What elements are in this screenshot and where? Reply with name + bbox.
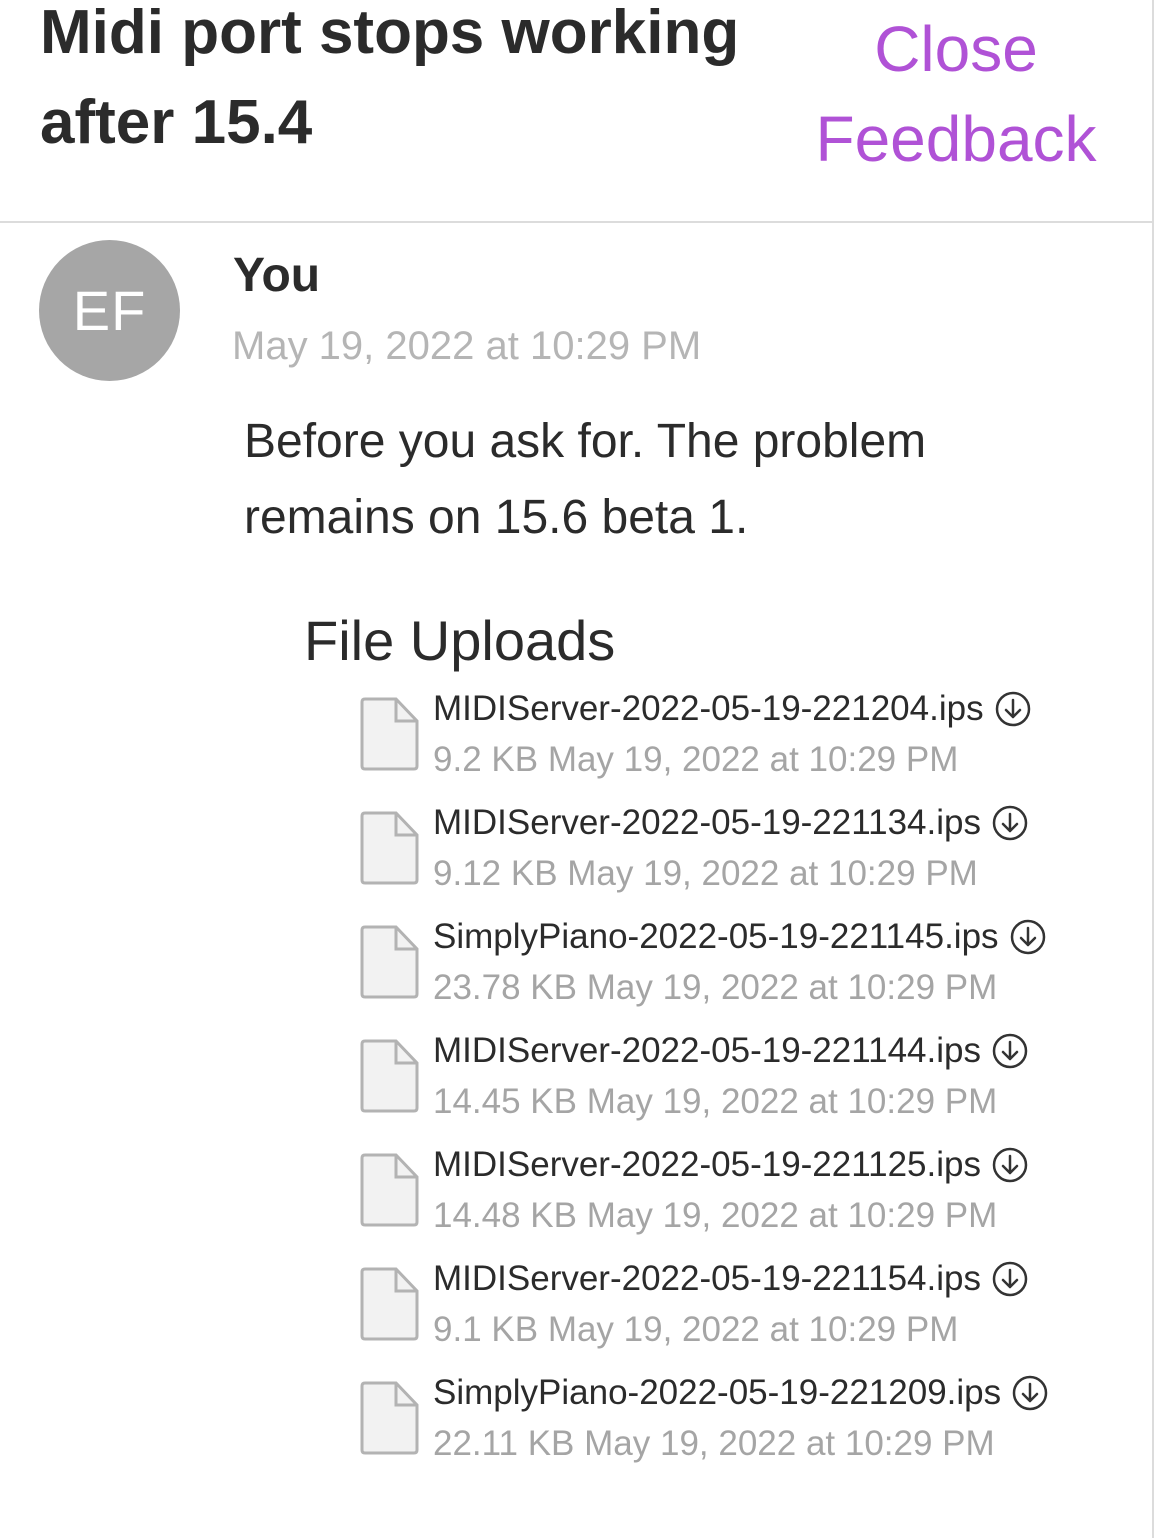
document-icon: [360, 925, 419, 999]
message-body: Before you ask for. The problem remains …: [244, 415, 927, 544]
document-icon: [360, 1153, 419, 1227]
file-name-row: MIDIServer-2022-05-19-221154.ips: [433, 1256, 1029, 1302]
file-size: 9.2 KB: [433, 740, 539, 779]
file-meta: 9.12 KB May 19, 2022 at 10:29 PM: [433, 852, 978, 896]
file-date: May 19, 2022 at 10:29 PM: [584, 1424, 995, 1463]
file-date: May 19, 2022 at 10:29 PM: [547, 1310, 959, 1349]
document-icon: [360, 697, 419, 771]
document-icon: [360, 811, 419, 885]
file-meta: 23.78 KB May 19, 2022 at 10:29 PM: [433, 966, 997, 1010]
file-meta: 9.2 KB May 19, 2022 at 10:29 PM: [433, 738, 958, 782]
file-size: 22.11 KB: [433, 1424, 575, 1463]
file-size: 9.1 KB: [433, 1310, 539, 1349]
file-meta: 9.1 KB May 19, 2022 at 10:29 PM: [433, 1308, 958, 1352]
file-name[interactable]: MIDIServer-2022-05-19-221154.ips: [433, 1259, 981, 1299]
file-name-row: SimplyPiano-2022-05-19-221145.ips: [433, 914, 1047, 960]
file-name-row: MIDIServer-2022-05-19-221134.ips: [433, 800, 1029, 846]
file-meta: 14.48 KB May 19, 2022 at 10:29 PM: [433, 1194, 997, 1238]
file-size: 14.45 KB: [433, 1082, 577, 1121]
file-item: SimplyPiano-2022-05-19-221145.ips 23.78 …: [358, 914, 1118, 1028]
file-name[interactable]: MIDIServer-2022-05-19-221144.ips: [433, 1031, 981, 1071]
file-item: MIDIServer-2022-05-19-221144.ips 14.45 K…: [358, 1028, 1118, 1142]
close-feedback-label-line2: Feedback: [815, 103, 1097, 175]
file-date: May 19, 2022 at 10:29 PM: [567, 854, 978, 893]
download-icon[interactable]: [991, 804, 1029, 842]
feedback-header: Midi port stops working after 15.4 Close…: [0, 0, 1152, 223]
document-icon: [360, 1381, 419, 1455]
file-item: SimplyPiano-2022-05-19-221209.ips 22.11 …: [358, 1370, 1118, 1484]
right-divider: [1152, 0, 1154, 1538]
file-name-row: MIDIServer-2022-05-19-221144.ips: [433, 1028, 1029, 1074]
download-icon[interactable]: [991, 1032, 1029, 1070]
file-date: May 19, 2022 at 10:29 PM: [547, 740, 959, 779]
file-size: 14.48 KB: [433, 1196, 577, 1235]
file-name-row: SimplyPiano-2022-05-19-221209.ips: [433, 1370, 1049, 1416]
document-icon: [360, 1267, 419, 1341]
close-feedback-button[interactable]: Close Feedback: [806, 4, 1106, 184]
message-timestamp: May 19, 2022 at 10:29 PM: [232, 324, 702, 368]
file-list: MIDIServer-2022-05-19-221204.ips 9.2 KB …: [358, 686, 1118, 1484]
file-size: 23.78 KB: [433, 968, 577, 1007]
file-meta: 22.11 KB May 19, 2022 at 10:29 PM: [433, 1422, 995, 1466]
file-date: May 19, 2022 at 10:29 PM: [586, 1082, 998, 1121]
file-name-row: MIDIServer-2022-05-19-221204.ips: [433, 686, 1032, 732]
download-icon[interactable]: [991, 1146, 1029, 1184]
file-item: MIDIServer-2022-05-19-221154.ips 9.1 KB …: [358, 1256, 1118, 1370]
file-name[interactable]: MIDIServer-2022-05-19-221204.ips: [433, 689, 984, 729]
avatar-initials: EF: [72, 279, 147, 342]
file-size: 9.12 KB: [433, 854, 558, 893]
file-name-row: MIDIServer-2022-05-19-221125.ips: [433, 1142, 1029, 1188]
file-item: MIDIServer-2022-05-19-221204.ips 9.2 KB …: [358, 686, 1118, 800]
file-name[interactable]: MIDIServer-2022-05-19-221134.ips: [433, 803, 981, 843]
download-icon[interactable]: [1011, 1374, 1049, 1412]
sender-name: You: [233, 249, 321, 302]
file-item: MIDIServer-2022-05-19-221125.ips 14.48 K…: [358, 1142, 1118, 1256]
file-item: MIDIServer-2022-05-19-221134.ips 9.12 KB…: [358, 800, 1118, 914]
file-date: May 19, 2022 at 10:29 PM: [586, 968, 998, 1007]
file-date: May 19, 2022 at 10:29 PM: [586, 1196, 998, 1235]
avatar: EF: [39, 240, 180, 381]
file-uploads-heading: File Uploads: [304, 609, 616, 672]
file-name[interactable]: SimplyPiano-2022-05-19-221145.ips: [433, 917, 999, 957]
download-icon[interactable]: [1009, 918, 1047, 956]
download-icon[interactable]: [991, 1260, 1029, 1298]
page-title: Midi port stops working after 15.4: [40, 0, 740, 157]
file-name[interactable]: MIDIServer-2022-05-19-221125.ips: [433, 1145, 981, 1185]
download-icon[interactable]: [994, 690, 1032, 728]
document-icon: [360, 1039, 419, 1113]
file-meta: 14.45 KB May 19, 2022 at 10:29 PM: [433, 1080, 997, 1124]
file-name[interactable]: SimplyPiano-2022-05-19-221209.ips: [433, 1373, 1001, 1413]
close-feedback-label-line1: Close: [874, 13, 1038, 85]
